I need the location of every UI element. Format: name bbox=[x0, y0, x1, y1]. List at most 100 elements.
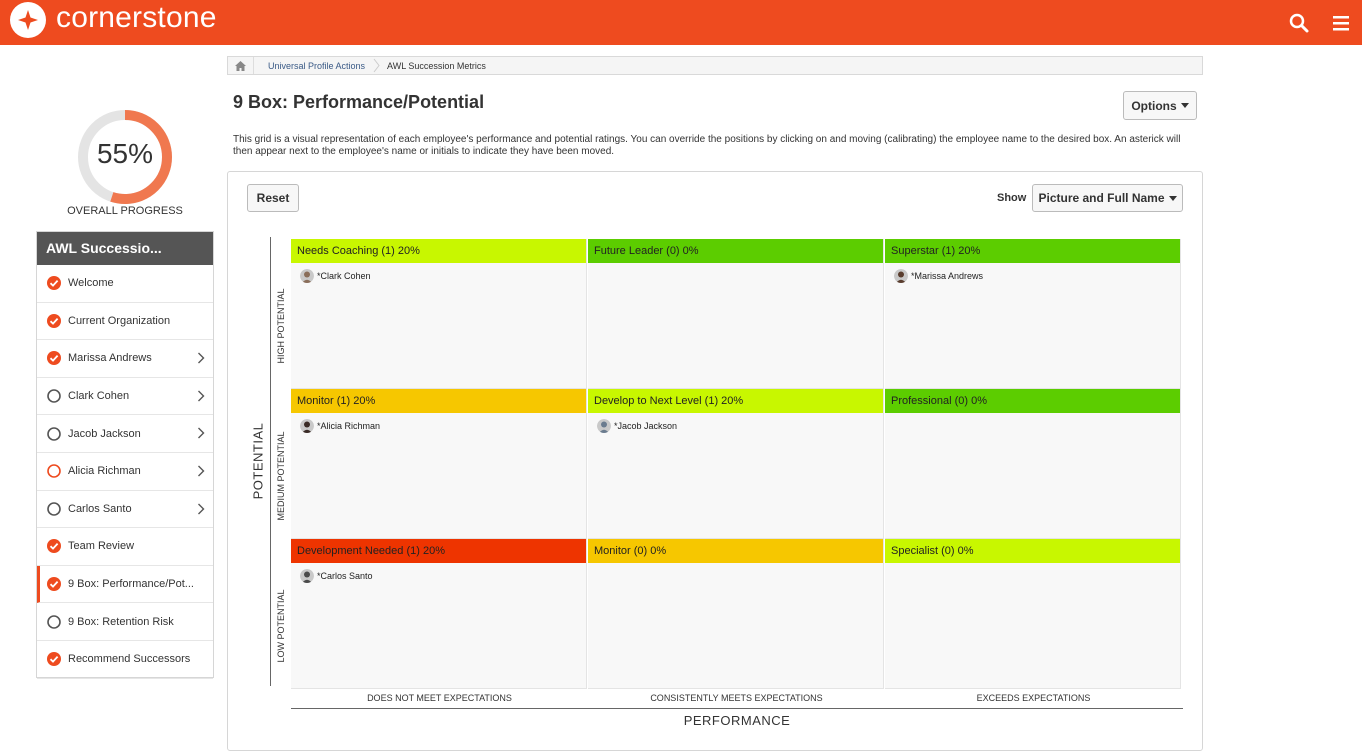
options-button[interactable]: Options bbox=[1123, 91, 1197, 120]
empty-circle-icon bbox=[47, 426, 61, 441]
grid-cell[interactable]: Develop to Next Level (1) 20% *Jacob Jack… bbox=[588, 389, 884, 539]
cell-header: Monitor (1) 20% bbox=[291, 389, 586, 413]
employee-name: *Carlos Santo bbox=[317, 571, 373, 581]
check-circle-icon bbox=[47, 539, 61, 554]
check-circle-icon bbox=[47, 276, 61, 291]
sidebar-item-label: Jacob Jackson bbox=[68, 427, 141, 440]
cornerstone-logo-icon[interactable] bbox=[10, 2, 46, 38]
grid-cell[interactable]: Superstar (1) 20% *Marissa Andrews bbox=[885, 239, 1181, 389]
grid-cell[interactable]: Development Needed (1) 20% *Carlos Santo bbox=[291, 539, 587, 689]
chevron-right-icon bbox=[373, 58, 380, 73]
search-icon[interactable] bbox=[1288, 12, 1310, 34]
show-dropdown[interactable]: Picture and Full Name bbox=[1032, 184, 1183, 212]
empty-circle-icon bbox=[47, 389, 61, 403]
show-label: Show bbox=[997, 192, 1027, 204]
avatar bbox=[300, 269, 314, 283]
y-axis-line bbox=[270, 237, 271, 686]
chevron-right-icon bbox=[198, 427, 205, 439]
avatar bbox=[300, 419, 314, 433]
sidebar-item-label: Carlos Santo bbox=[68, 502, 132, 515]
top-bar: cornerstone bbox=[0, 0, 1362, 45]
x-axis-line bbox=[291, 708, 1183, 709]
grid-cell[interactable]: Monitor (1) 20% *Alicia Richman bbox=[291, 389, 587, 539]
grid-cell[interactable]: Monitor (0) 0% bbox=[588, 539, 884, 689]
reset-button[interactable]: Reset bbox=[247, 184, 299, 212]
cell-header: Specialist (0) 0% bbox=[885, 539, 1180, 563]
x-axis-title: PERFORMANCE bbox=[683, 713, 791, 728]
sidebar-item-label: Clark Cohen bbox=[68, 390, 130, 403]
check-circle-icon bbox=[47, 577, 61, 592]
sidebar-item[interactable]: Recommend Successors bbox=[37, 641, 213, 679]
breadcrumb: Universal Profile Actions AWL Succession… bbox=[227, 56, 1203, 75]
row-label-low: LOW POTENTIAL bbox=[276, 589, 286, 663]
cell-header: Superstar (1) 20% bbox=[885, 239, 1180, 263]
sidebar-item-label: 9 Box: Retention Risk bbox=[68, 615, 174, 628]
cell-header: Monitor (0) 0% bbox=[588, 539, 883, 563]
sidebar: AWL Successio... Welcome Current Organiza… bbox=[36, 231, 214, 679]
sidebar-item[interactable]: Jacob Jackson bbox=[37, 415, 213, 453]
employee-name: *Alicia Richman bbox=[317, 421, 381, 431]
employee-card[interactable]: *Clark Cohen bbox=[300, 269, 371, 283]
employee-card[interactable]: *Carlos Santo bbox=[300, 569, 373, 583]
sidebar-item[interactable]: 9 Box: Performance/Pot... bbox=[37, 565, 213, 604]
avatar bbox=[597, 419, 611, 433]
sidebar-item-label: Recommend Successors bbox=[68, 653, 191, 666]
chevron-right-icon bbox=[198, 390, 205, 402]
employee-name: *Clark Cohen bbox=[317, 271, 371, 281]
page-description: This grid is a visual representation of … bbox=[233, 134, 1181, 157]
avatar bbox=[300, 569, 314, 583]
row-label-medium: MEDIUM POTENTIAL bbox=[276, 431, 286, 521]
employee-card[interactable]: *Marissa Andrews bbox=[894, 269, 983, 283]
sidebar-item-label: 9 Box: Performance/Pot... bbox=[68, 578, 194, 591]
avatar bbox=[894, 269, 908, 283]
progress-label: OVERALL PROGRESS bbox=[67, 205, 183, 217]
cell-header: Needs Coaching (1) 20% bbox=[291, 239, 586, 263]
sidebar-item-label: Marissa Andrews bbox=[68, 352, 152, 365]
check-circle-icon bbox=[47, 652, 61, 667]
cell-header: Future Leader (0) 0% bbox=[588, 239, 883, 263]
show-dropdown-value: Picture and Full Name bbox=[1038, 191, 1165, 205]
chevron-right-icon bbox=[198, 352, 205, 364]
employee-name: *Jacob Jackson bbox=[614, 421, 678, 431]
sidebar-title[interactable]: AWL Successio... bbox=[37, 232, 213, 265]
sidebar-item[interactable]: Welcome bbox=[37, 265, 213, 303]
home-icon[interactable] bbox=[228, 57, 254, 74]
check-circle-icon bbox=[47, 351, 61, 366]
check-circle-icon bbox=[47, 313, 61, 328]
chevron-right-icon bbox=[198, 465, 205, 477]
grid-cell[interactable]: Needs Coaching (1) 20% *Clark Cohen bbox=[291, 239, 587, 389]
col-label-consistently-meets: CONSISTENTLY MEETS EXPECTATIONS bbox=[650, 693, 823, 703]
sidebar-item-label: Team Review bbox=[68, 540, 135, 553]
col-label-exceeds: EXCEEDS EXPECTATIONS bbox=[976, 693, 1091, 703]
employee-card[interactable]: *Alicia Richman bbox=[300, 419, 380, 433]
col-label-does-not-meet: DOES NOT MEET EXPECTATIONS bbox=[367, 693, 512, 703]
brand-name[interactable]: cornerstone bbox=[56, 0, 217, 36]
grid-cell[interactable]: Specialist (0) 0% bbox=[885, 539, 1181, 689]
sidebar-item[interactable]: Marissa Andrews bbox=[37, 340, 213, 378]
sidebar-item[interactable]: Alicia Richman bbox=[37, 453, 213, 491]
employee-card[interactable]: *Jacob Jackson bbox=[597, 419, 677, 433]
sidebar-item-label: Alicia Richman bbox=[68, 465, 141, 478]
breadcrumb-link-profile-actions[interactable]: Universal Profile Actions bbox=[254, 61, 373, 71]
sidebar-item-label: Welcome bbox=[68, 277, 114, 290]
sidebar-item[interactable]: Current Organization bbox=[37, 303, 213, 341]
grid-cell[interactable]: Future Leader (0) 0% bbox=[588, 239, 884, 389]
sidebar-item[interactable]: Carlos Santo bbox=[37, 491, 213, 529]
cell-header: Development Needed (1) 20% bbox=[291, 539, 586, 563]
sidebar-item-label: Current Organization bbox=[68, 314, 171, 327]
hamburger-menu-icon[interactable] bbox=[1330, 12, 1352, 34]
breadcrumb-current: AWL Succession Metrics bbox=[387, 60, 486, 71]
options-label: Options bbox=[1131, 98, 1177, 113]
grid-cell[interactable]: Professional (0) 0% bbox=[885, 389, 1181, 539]
row-label-high: HIGH POTENTIAL bbox=[276, 288, 286, 364]
sidebar-item[interactable]: 9 Box: Retention Risk bbox=[37, 603, 213, 641]
empty-circle-icon bbox=[47, 502, 61, 516]
progress-percent: 55% bbox=[96, 138, 154, 169]
caret-down-icon bbox=[1180, 103, 1189, 108]
sidebar-item[interactable]: Team Review bbox=[37, 528, 213, 566]
sidebar-item[interactable]: Clark Cohen bbox=[37, 378, 213, 416]
in-progress-circle-icon bbox=[47, 464, 61, 479]
caret-down-icon bbox=[1168, 195, 1177, 201]
y-axis-title: POTENTIAL bbox=[250, 422, 266, 500]
employee-name: *Marissa Andrews bbox=[911, 271, 984, 281]
